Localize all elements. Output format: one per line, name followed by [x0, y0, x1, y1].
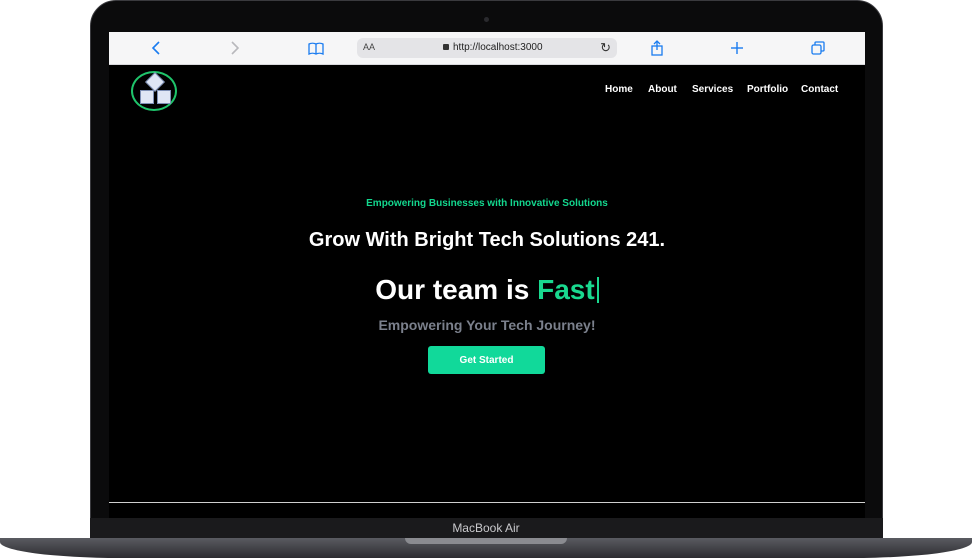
laptop-base: MacBook Air: [0, 518, 972, 558]
hero-subtitle: Empowering Your Tech Journey!: [378, 317, 596, 333]
nav-services[interactable]: Services: [692, 84, 733, 95]
laptop-notch: [405, 538, 567, 544]
forward-icon[interactable]: [225, 38, 245, 58]
reload-icon[interactable]: ↻: [600, 40, 611, 56]
lock-icon: [443, 44, 449, 50]
get-started-button[interactable]: Get Started: [428, 346, 545, 374]
camera-icon: [484, 17, 489, 22]
hero-typing-headline: Our team is Fast: [109, 274, 865, 306]
logo-cube-icon: [157, 90, 171, 104]
new-tab-icon[interactable]: [727, 38, 747, 58]
nav-contact[interactable]: Contact: [801, 84, 838, 95]
back-icon[interactable]: [146, 38, 166, 58]
hero-tagline: Empowering Businesses with Innovative So…: [366, 198, 608, 209]
nav-home[interactable]: Home: [605, 84, 633, 95]
nav-portfolio[interactable]: Portfolio: [747, 84, 788, 95]
nav-about[interactable]: About: [648, 84, 677, 95]
section-divider: [109, 502, 865, 503]
text-size-button[interactable]: AA: [363, 42, 375, 52]
typing-word: Fast: [537, 274, 595, 305]
logo-cube-icon: [140, 90, 154, 104]
typing-prefix: Our team is: [375, 274, 530, 305]
bookmarks-icon[interactable]: [306, 38, 326, 58]
logo-cube-icon: [145, 72, 165, 92]
share-icon[interactable]: [647, 38, 667, 58]
typing-cursor: [596, 277, 599, 303]
hero-title: Grow With Bright Tech Solutions 241.: [308, 229, 666, 251]
screen: AA http://localhost:3000 ↻ Home About Se…: [109, 32, 865, 518]
url-text[interactable]: http://localhost:3000: [453, 42, 543, 53]
site-logo[interactable]: [131, 71, 177, 111]
address-bar[interactable]: AA http://localhost:3000 ↻: [357, 38, 617, 58]
device-label: MacBook Air: [452, 521, 520, 535]
browser-toolbar: AA http://localhost:3000 ↻: [109, 32, 865, 65]
tabs-icon[interactable]: [808, 38, 828, 58]
